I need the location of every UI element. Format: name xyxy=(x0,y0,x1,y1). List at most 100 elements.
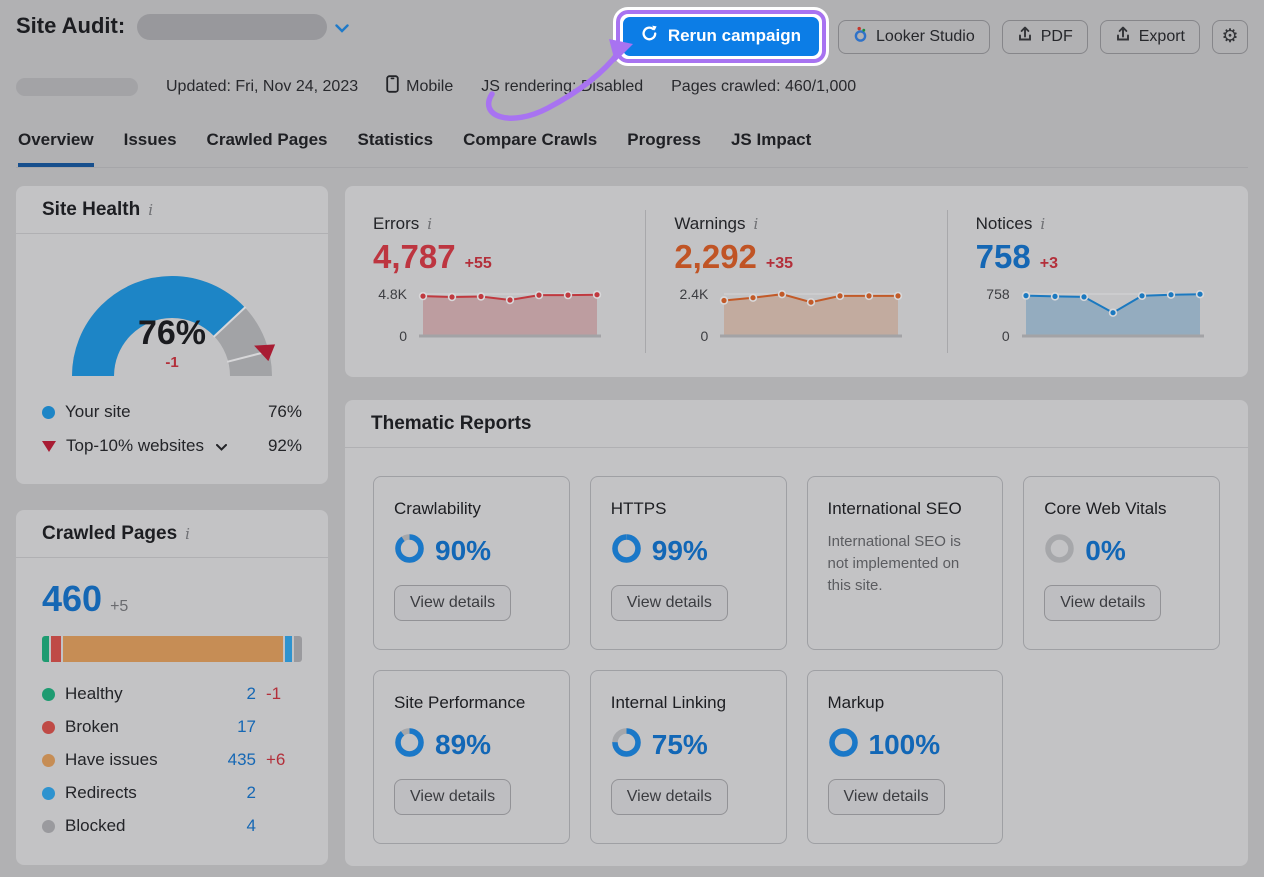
red-dot-icon xyxy=(42,721,55,734)
warnings-value[interactable]: 2,292 xyxy=(674,238,757,276)
info-icon[interactable]: i xyxy=(183,525,190,543)
your-site-value: 76% xyxy=(268,402,302,422)
chevron-down-icon[interactable] xyxy=(216,436,227,456)
blue-dot-icon xyxy=(42,406,55,419)
red-triangle-icon xyxy=(42,441,56,452)
progress-ring-icon xyxy=(611,727,642,763)
project-name-redacted[interactable] xyxy=(137,14,327,40)
upload-icon xyxy=(1115,26,1131,47)
mobile-icon xyxy=(386,75,399,98)
device-meta: Mobile xyxy=(386,75,453,98)
gray-dot-icon xyxy=(42,820,55,833)
legend-top10-websites[interactable]: Top-10% websites 92% xyxy=(42,436,302,456)
header: Site Audit: Rerun campaign xyxy=(16,0,1248,63)
bar-segment xyxy=(285,636,292,662)
info-icon[interactable]: i xyxy=(752,215,759,233)
view-details-button[interactable]: View details xyxy=(394,779,511,815)
site-health-delta: -1 xyxy=(42,354,302,371)
issues-kpi-panel: Errorsi 4,787 +55 4.8K0 Warningsi 2,292 … xyxy=(345,186,1248,377)
crawled-pages-total-row: 460 +5 xyxy=(42,578,302,620)
legend-blocked[interactable]: Blocked 4 xyxy=(42,816,302,836)
crawled-pages-stacked-bar[interactable] xyxy=(42,636,302,662)
header-actions: Rerun campaign Looker Studio xyxy=(616,10,1248,63)
site-health-gauge: 76% -1 xyxy=(42,248,302,390)
tab-overview[interactable]: Overview xyxy=(18,124,94,167)
card-core-web-vitals: Core Web Vitals 0% View details xyxy=(1023,476,1220,650)
settings-button[interactable]: ⚙ xyxy=(1212,20,1248,54)
view-details-button[interactable]: View details xyxy=(828,779,945,815)
pages-crawled-meta: Pages crawled: 460/1,000 xyxy=(671,78,856,96)
card-markup: Markup 100% View details xyxy=(807,670,1004,844)
green-dot-icon xyxy=(42,688,55,701)
info-icon[interactable]: i xyxy=(425,215,432,233)
legend-healthy[interactable]: Healthy 2 -1 xyxy=(42,684,302,704)
card-international-seo: International SEO International SEO is n… xyxy=(807,476,1004,650)
view-details-button[interactable]: View details xyxy=(394,585,511,621)
progress-ring-icon xyxy=(1044,533,1075,569)
tab-crawled-pages[interactable]: Crawled Pages xyxy=(207,124,328,167)
legend-your-site: Your site 76% xyxy=(42,402,302,422)
rerun-highlight-annotation: Rerun campaign xyxy=(616,10,826,63)
https-score: 99% xyxy=(652,535,708,567)
crawled-pages-panel: Crawled Pages i 460 +5 Healthy 2 - xyxy=(16,510,328,865)
looker-studio-icon xyxy=(853,26,868,48)
bar-segment xyxy=(51,636,61,662)
campaign-meta-bar: Updated: Fri, Nov 24, 2023 Mobile JS ren… xyxy=(16,75,1248,98)
blue-dot-icon xyxy=(42,787,55,800)
site-performance-score: 89% xyxy=(435,729,491,761)
info-icon[interactable]: i xyxy=(1038,215,1045,233)
errors-delta: +55 xyxy=(465,255,492,273)
errors-value[interactable]: 4,787 xyxy=(373,238,456,276)
notices-kpi: Noticesi 758 +3 7580 xyxy=(947,210,1248,353)
chevron-down-icon[interactable] xyxy=(335,20,349,38)
internal-linking-score: 75% xyxy=(652,729,708,761)
tab-issues[interactable]: Issues xyxy=(124,124,177,167)
view-details-button[interactable]: View details xyxy=(611,779,728,815)
pdf-button[interactable]: PDF xyxy=(1002,20,1088,54)
notices-sparkline xyxy=(1018,284,1206,351)
card-site-performance: Site Performance 89% View details xyxy=(373,670,570,844)
core-web-vitals-score: 0% xyxy=(1085,535,1125,567)
view-details-button[interactable]: View details xyxy=(611,585,728,621)
legend-redirects[interactable]: Redirects 2 xyxy=(42,783,302,803)
errors-kpi: Errorsi 4,787 +55 4.8K0 xyxy=(345,210,645,353)
warnings-sparkline xyxy=(716,284,904,351)
warnings-kpi: Warningsi 2,292 +35 2.4K0 xyxy=(645,210,946,353)
crawlability-score: 90% xyxy=(435,535,491,567)
progress-ring-icon xyxy=(828,727,859,763)
card-https: HTTPS 99% View details xyxy=(590,476,787,650)
tab-progress[interactable]: Progress xyxy=(627,124,701,167)
notices-value[interactable]: 758 xyxy=(976,238,1031,276)
progress-ring-icon xyxy=(611,533,642,569)
tab-js-impact[interactable]: JS Impact xyxy=(731,124,811,167)
legend-broken[interactable]: Broken 17 xyxy=(42,717,302,737)
site-health-panel: Site Health i 76% -1 Your site 76% xyxy=(16,186,328,484)
report-tabs: Overview Issues Crawled Pages Statistics… xyxy=(16,124,1248,168)
tab-compare-crawls[interactable]: Compare Crawls xyxy=(463,124,597,167)
info-icon[interactable]: i xyxy=(146,201,153,219)
rerun-campaign-button[interactable]: Rerun campaign xyxy=(623,17,819,56)
breadcrumb-redacted xyxy=(16,78,138,96)
international-seo-note: International SEO is not implemented on … xyxy=(828,531,983,596)
thematic-reports-panel: Thematic Reports Crawlability 90% View d… xyxy=(345,400,1248,866)
page-title: Site Audit: xyxy=(16,10,125,42)
card-internal-linking: Internal Linking 75% View details xyxy=(590,670,787,844)
markup-score: 100% xyxy=(869,729,941,761)
looker-studio-button[interactable]: Looker Studio xyxy=(838,20,990,54)
notices-delta: +3 xyxy=(1040,255,1058,273)
crawled-pages-total: 460 xyxy=(42,578,102,620)
export-button[interactable]: Export xyxy=(1100,20,1200,54)
errors-sparkline xyxy=(415,284,603,351)
tab-statistics[interactable]: Statistics xyxy=(358,124,434,167)
legend-have-issues[interactable]: Have issues 435 +6 xyxy=(42,750,302,770)
updated-date: Updated: Fri, Nov 24, 2023 xyxy=(166,78,358,96)
view-details-button[interactable]: View details xyxy=(1044,585,1161,621)
crawled-pages-delta: +5 xyxy=(110,598,128,616)
site-health-title: Site Health xyxy=(42,199,140,221)
site-health-score: 76% xyxy=(42,314,302,353)
gear-icon: ⚙ xyxy=(1221,25,1238,48)
progress-ring-icon xyxy=(394,533,425,569)
refresh-icon xyxy=(641,25,658,47)
progress-ring-icon xyxy=(394,727,425,763)
card-crawlability: Crawlability 90% View details xyxy=(373,476,570,650)
